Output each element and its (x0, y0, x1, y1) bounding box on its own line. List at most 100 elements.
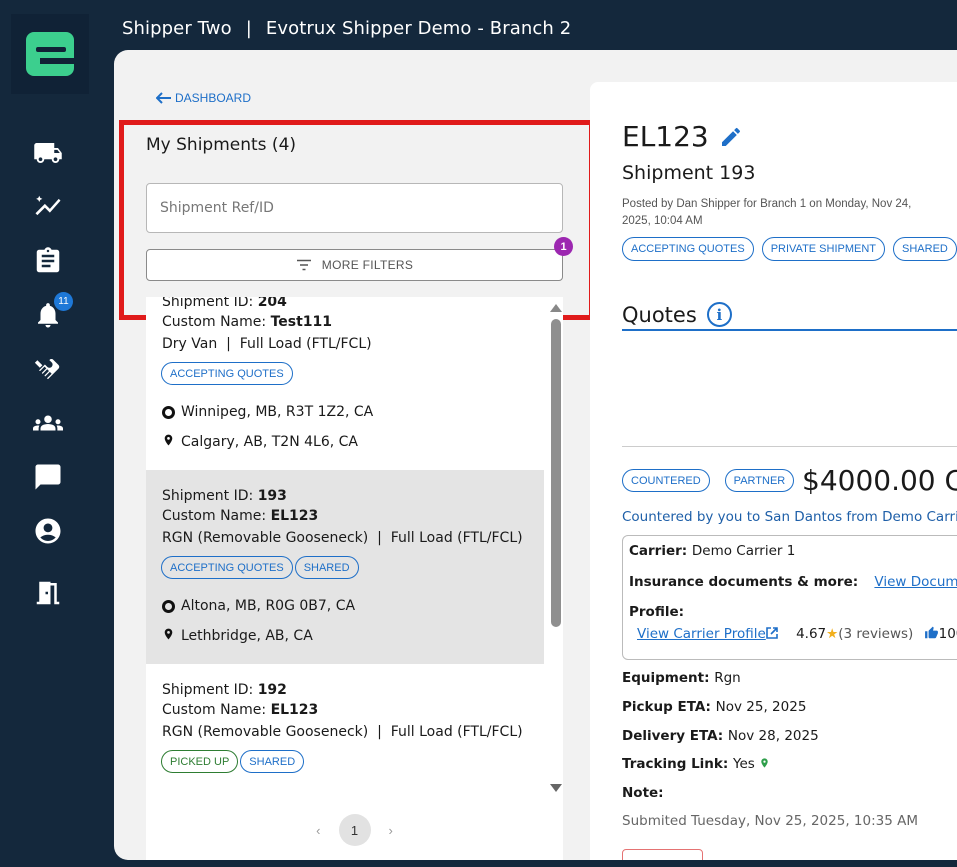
quote-chips: COUNTERED PARTNER (622, 469, 795, 492)
scroll-up-arrow-icon[interactable] (550, 304, 562, 312)
origin-circle-icon (162, 599, 175, 613)
star-icon: ★ (826, 626, 839, 642)
my-shipments-title: My Shipments (4) (146, 135, 297, 155)
scroll-thumb[interactable] (551, 319, 561, 627)
truck-icon[interactable] (30, 135, 66, 171)
back-to-dashboard-link[interactable]: DASHBOARD (156, 91, 251, 105)
location-pin-icon (162, 627, 175, 645)
review-count: (3 reviews) (838, 626, 914, 642)
more-filters-button[interactable]: MORE FILTERS (146, 249, 563, 281)
accepting-quotes-chip: ACCEPTING QUOTES (622, 237, 754, 261)
quote-divider (622, 446, 957, 447)
carrier-info-box: Carrier: Demo Carrier 1 Insurance docume… (622, 535, 957, 660)
status-chips: ACCEPTING QUOTES SHARED (161, 556, 359, 579)
status-chip: ACCEPTING QUOTES (161, 362, 293, 385)
shipment-search-input[interactable] (146, 183, 563, 233)
shared-chip: SHARED (240, 750, 305, 773)
current-page-button[interactable]: 1 (338, 814, 371, 846)
sidebar: 11 (0, 0, 98, 867)
equipment-row: Equipment: Rgn (622, 670, 741, 686)
origin-location: Winnipeg, MB, R3T 1Z2, CA (162, 404, 373, 420)
top-bar: Shipper Two | Evotrux Shipper Demo - Branc… (122, 18, 571, 39)
shipment-id: Shipment ID: 204 (162, 297, 287, 310)
custom-name: Custom Name: EL123 (162, 508, 319, 524)
account-icon[interactable] (30, 513, 66, 549)
shipment-filters: My Shipments (4) MORE FILTERS 1 (146, 119, 573, 297)
header-separator: | (245, 18, 252, 39)
notification-badge: 11 (54, 292, 73, 311)
countered-chip: COUNTERED (622, 469, 710, 492)
countered-text: Countered by you to San Dantos from Demo… (622, 509, 957, 525)
pickup-eta-row: Pickup ETA: Nov 25, 2025 (622, 699, 807, 715)
analytics-icon[interactable] (30, 189, 66, 225)
shared-chip: SHARED (294, 556, 359, 579)
shipment-detail-panel: EL123 Shipment 193 Posted by Dan Shipper… (590, 82, 957, 860)
delivery-eta-row: Delivery ETA: Nov 28, 2025 (622, 728, 819, 744)
shipment-card-204[interactable]: Shipment ID: 204 Custom Name: Test111 Dr… (146, 297, 544, 470)
shipment-list: Shipment ID: 204 Custom Name: Test111 Dr… (146, 297, 563, 800)
location-pin-icon (759, 756, 770, 772)
profile-label: Profile: (629, 604, 685, 620)
private-shipment-chip: PRIVATE SHIPMENT (761, 237, 886, 261)
prev-page-button[interactable]: ‹ (316, 823, 320, 838)
quotes-heading: Quotes i (622, 302, 732, 327)
detail-status-chips: ACCEPTING QUOTES PRIVATE SHIPMENT SHARED (622, 237, 957, 261)
main-content: DASHBOARD My Shipments (4) MORE FILTERS … (114, 50, 957, 860)
origin-location: Altona, MB, R0G 0B7, CA (162, 598, 355, 614)
external-link-icon (765, 627, 778, 639)
info-icon[interactable]: i (706, 302, 732, 327)
shipment-id: Shipment ID: 192 (162, 682, 287, 698)
destination-location: Lethbridge, AB, CA (162, 627, 313, 645)
shipment-title: EL123 (622, 120, 743, 153)
arrow-left-icon (156, 92, 171, 104)
tracking-link-row: Tracking Link: Yes (622, 756, 770, 772)
carrier-rating: 4.67 (796, 626, 827, 642)
shipment-subtitle: Shipment 193 (622, 162, 756, 184)
back-link-label: DASHBOARD (175, 91, 252, 105)
custom-name: Custom Name: Test111 (162, 314, 332, 330)
equipment-type: RGN (Removable Gooseneck) | Full Load (F… (162, 724, 523, 740)
quote-action-button[interactable] (622, 849, 703, 860)
clipboard-icon[interactable] (30, 243, 66, 279)
posted-by-text: Posted by Dan Shipper for Branch 1 on Mo… (622, 198, 912, 227)
shipment-title-text: EL123 (622, 120, 709, 153)
shipment-card-192[interactable]: Shipment ID: 192 Custom Name: EL123 RGN … (146, 664, 544, 800)
next-page-button[interactable]: › (389, 823, 393, 838)
quotes-heading-text: Quotes (622, 302, 697, 327)
view-carrier-profile-link[interactable]: View Carrier Profile (637, 626, 778, 642)
chat-icon[interactable] (30, 459, 66, 495)
carrier-row: Carrier: Demo Carrier 1 (629, 543, 796, 559)
handshake-icon[interactable] (30, 351, 66, 387)
status-chip: ACCEPTING QUOTES (161, 556, 293, 579)
status-chips: PICKED UP SHARED (161, 750, 305, 773)
list-scrollbar[interactable] (548, 297, 563, 800)
edit-pencil-icon[interactable] (719, 125, 743, 149)
location-pin-icon (162, 433, 175, 451)
status-chip: PICKED UP (161, 750, 239, 773)
insurance-row: Insurance documents & more: View Documen… (629, 574, 957, 590)
thumbs-up-icon (924, 626, 939, 642)
team-icon[interactable] (30, 405, 66, 441)
equipment-type: Dry Van | Full Load (FTL/FCL) (162, 336, 372, 352)
shared-chip: SHARED (893, 237, 957, 261)
logout-icon[interactable] (30, 575, 66, 611)
scroll-down-arrow-icon[interactable] (550, 784, 562, 792)
origin-circle-icon (162, 405, 175, 419)
quotes-underline (622, 329, 957, 331)
profile-row: View Carrier Profile 4.67★(3 reviews) 10… (637, 626, 957, 642)
submitted-timestamp: Submited Tuesday, Nov 25, 2025, 10:35 AM (622, 813, 918, 829)
view-documents-link[interactable]: View Documents (874, 574, 957, 590)
shipment-id: Shipment ID: 193 (162, 488, 287, 504)
account-name: Shipper Two (122, 18, 232, 39)
quote-price: $4000.00 CA (802, 464, 957, 497)
approval-rate: 100 (938, 626, 957, 642)
equipment-type: RGN (Removable Gooseneck) | Full Load (F… (162, 530, 523, 546)
app-logo[interactable] (11, 14, 89, 94)
shipment-card-193[interactable]: Shipment ID: 193 Custom Name: EL123 RGN … (146, 470, 544, 664)
destination-location: Calgary, AB, T2N 4L6, CA (162, 433, 358, 451)
more-filters-label: MORE FILTERS (321, 258, 414, 272)
filter-icon (296, 259, 311, 271)
note-row: Note: (622, 785, 664, 801)
pagination: ‹ 1 › (146, 800, 563, 860)
logo-mark (26, 32, 74, 76)
